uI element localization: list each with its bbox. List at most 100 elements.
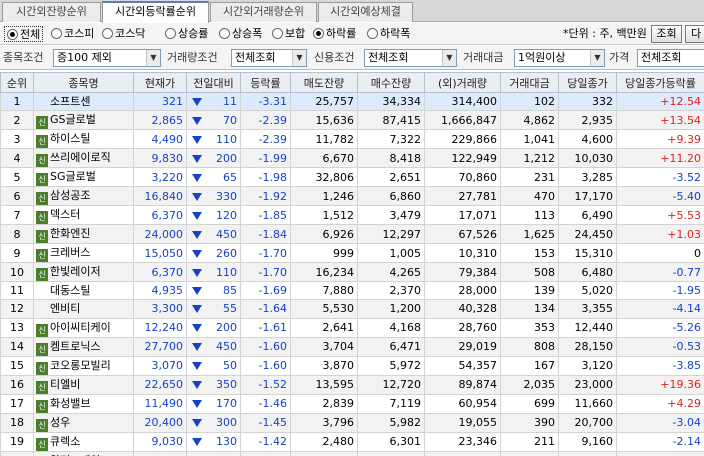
cell-name[interactable]: 신 크레버스 [33, 243, 134, 264]
next-button[interactable]: 다 [685, 25, 704, 43]
radio-rise-rate[interactable]: 상승률 [165, 26, 208, 42]
cell-name[interactable]: 신 하이스틸 [33, 129, 134, 150]
cell-name[interactable]: 신 한빛레이저 [33, 262, 134, 283]
cell-name[interactable]: 신 성우 [33, 412, 134, 433]
header-buy-balance[interactable]: 매수잔량 [357, 72, 425, 93]
radio-fall-rate[interactable]: 하락률 [313, 26, 356, 42]
cell-close-rate: +19.36 [616, 374, 704, 395]
table-row[interactable]: 15 신 코오롱모빌리 3,070 50 -1.60 3,870 5,972 54,357 167… [0, 355, 704, 376]
tab-afterhours-volume-rank[interactable]: 시간외거래량순위 [210, 2, 317, 22]
cell-change: 450 [186, 224, 241, 245]
header-price[interactable]: 현재가 [133, 72, 187, 93]
table-row[interactable]: 17 신 화성밸브 11,490 170 -1.46 2,839 7,119 60,954 699… [0, 393, 704, 414]
cell-change: 350 [186, 374, 241, 395]
cell-buy-balance: 7,322 [357, 129, 425, 150]
cell-name[interactable]: 신 티엘비 [33, 374, 134, 395]
cell-name[interactable]: 신 화성밸브 [33, 393, 134, 414]
cell-change: 50 [186, 355, 241, 376]
header-rate[interactable]: 등락률 [240, 72, 291, 93]
cell-name[interactable]: 대동스틸 [33, 281, 134, 301]
trade-amount-select[interactable]: 1억원이상 ▼ [514, 49, 605, 67]
radio-market-kosdaq[interactable]: 코스닥 [102, 26, 145, 42]
cell-sell-balance: 999 [290, 243, 358, 264]
table-row[interactable]: 12 엔비티 3,300 55 -1.64 5,530 1,200 40,328 134 3,35… [0, 299, 704, 319]
cell-sell-balance: 1,246 [290, 186, 358, 207]
table-row[interactable]: 4 신 쓰리에이로직 9,830 200 -1.99 6,670 8,418 122,949 1,… [0, 148, 704, 169]
header-rank[interactable]: 순위 [0, 72, 34, 93]
table-row[interactable]: 10 신 한빛레이저 6,370 110 -1.70 16,234 4,265 79,384 50… [0, 262, 704, 283]
radio-market-kospi[interactable]: 코스피 [51, 26, 94, 42]
table-row[interactable]: 2 신 GS글로벌 2,865 70 -2.39 15,636 87,415 1,666,847… [0, 110, 704, 131]
cell-name[interactable]: 신 쓰리에이로직 [33, 148, 134, 169]
table-row[interactable]: 8 신 한화엔진 24,000 450 -1.84 6,926 12,297 67,526 1,6… [0, 224, 704, 245]
header-volume[interactable]: (외)거래량 [424, 72, 501, 93]
cell-sell-balance: 15,636 [290, 110, 358, 131]
cell-rank: 8 [0, 224, 34, 245]
cell-name[interactable]: 신 덱스터 [33, 205, 134, 226]
table-row[interactable]: 1 소프트센 321 11 -3.31 25,757 34,334 314,400 102 332… [0, 91, 704, 112]
cell-amount: 231 [500, 167, 559, 188]
cell-name[interactable]: 신 삼성공조 [33, 186, 134, 207]
cell-amount: 808 [500, 336, 559, 357]
cell-close: 5,050 [558, 450, 617, 456]
down-arrow-icon [192, 268, 202, 277]
cell-name[interactable]: 신 SG글로벌 [33, 167, 134, 188]
cell-name[interactable]: 신 GS글로벌 [33, 110, 134, 131]
header-close-rate[interactable]: 당일종가등락률 [616, 72, 704, 93]
cell-rank: 19 [0, 431, 34, 452]
cell-rank: 15 [0, 355, 34, 376]
cell-name[interactable]: 신 큐렉소 [33, 431, 134, 452]
price-select[interactable]: 전체조회 [637, 49, 704, 67]
radio-unchanged[interactable]: 보합 [272, 26, 305, 42]
cell-name[interactable]: 신 켐트로닉스 [33, 336, 134, 357]
header-sell-balance[interactable]: 매도잔량 [290, 72, 358, 93]
table-row[interactable]: 16 신 티엘비 22,650 350 -1.52 13,595 12,720 89,874 2,… [0, 374, 704, 395]
cell-buy-balance: 5,982 [357, 412, 425, 433]
table-row[interactable]: 14 신 켐트로닉스 27,700 450 -1.60 3,704 6,471 29,019 80… [0, 336, 704, 357]
radio-market-all[interactable]: 전체 [4, 26, 44, 42]
cell-close: 5,020 [558, 281, 617, 301]
query-button[interactable]: 조회 [651, 25, 682, 43]
credit-condition-select[interactable]: 전체조회 ▼ [364, 49, 457, 67]
tab-afterhours-expected[interactable]: 시간외예상체결 [318, 2, 413, 22]
table-row[interactable]: 20신알리코제약4,98070-1.391,2624,09620,8171045… [0, 450, 704, 456]
cell-name[interactable]: 엔비티 [33, 299, 134, 319]
cell-name[interactable]: 신 아이씨티케이 [33, 317, 134, 338]
table-row[interactable]: 19 신 큐렉소 9,030 130 -1.42 2,480 6,301 23,346 211 9,… [0, 431, 704, 452]
down-arrow-icon [192, 192, 202, 201]
header-change[interactable]: 전일대비 [186, 72, 241, 93]
radio-rise-amount[interactable]: 상승폭 [219, 26, 262, 42]
header-name[interactable]: 종목명 [33, 72, 134, 93]
header-close[interactable]: 당일종가 [558, 72, 617, 93]
cell-price: 9,830 [133, 148, 187, 169]
table-row[interactable]: 6 신 삼성공조 16,840 330 -1.92 1,246 6,860 27,781 470 1… [0, 186, 704, 207]
header-amount[interactable]: 거래대금 [500, 72, 559, 93]
radio-fall-amount[interactable]: 하락폭 [367, 26, 410, 42]
credit-badge: 신 [36, 437, 48, 451]
tab-afterhours-change-rank[interactable]: 시간외등락률순위 [102, 1, 209, 23]
cell-name[interactable]: 신 코오롱모빌리 [33, 355, 134, 376]
cell-rate: -1.92 [240, 186, 291, 207]
tab-afterhours-balance-rank[interactable]: 시간외잔량순위 [2, 2, 101, 22]
cell-name[interactable]: 신알리코제약 [33, 450, 134, 456]
table-row[interactable]: 9 신 크레버스 15,050 260 -1.70 999 1,005 10,310 153 15,… [0, 243, 704, 264]
cell-close: 11,660 [558, 393, 617, 414]
cell-change: 70 [186, 450, 241, 456]
table-row[interactable]: 5 신 SG글로벌 3,220 65 -1.98 32,806 2,651 70,860 231 3… [0, 167, 704, 188]
volume-condition-select[interactable]: 전체조회 ▼ [231, 49, 307, 67]
table-row[interactable]: 3 신 하이스틸 4,490 110 -2.39 11,782 7,322 229,866 1,0… [0, 129, 704, 150]
table-row[interactable]: 18 신 성우 20,400 300 -1.45 3,796 5,982 19,055 390 20… [0, 412, 704, 433]
cell-close: 28,150 [558, 336, 617, 357]
table-row[interactable]: 7 신 덱스터 6,370 120 -1.85 1,512 3,479 17,071 113 6,4… [0, 205, 704, 226]
table-row[interactable]: 13 신 아이씨티케이 12,240 200 -1.61 2,641 4,168 28,760 3… [0, 317, 704, 338]
cell-name[interactable]: 신 한화엔진 [33, 224, 134, 245]
stock-name: 성우 [50, 415, 71, 429]
cell-rate: -1.46 [240, 393, 291, 414]
cell-rate: -1.69 [240, 281, 291, 301]
cell-amount: 1,041 [500, 129, 559, 150]
cell-name[interactable]: 소프트센 [33, 91, 134, 112]
cell-amount: 167 [500, 355, 559, 376]
item-condition-select[interactable]: 증100 제외 ▼ [53, 49, 161, 67]
stock-name: 큐렉소 [50, 434, 81, 448]
table-row[interactable]: 11 대동스틸 4,935 85 -1.69 7,880 2,370 28,000 139 5,0… [0, 281, 704, 301]
